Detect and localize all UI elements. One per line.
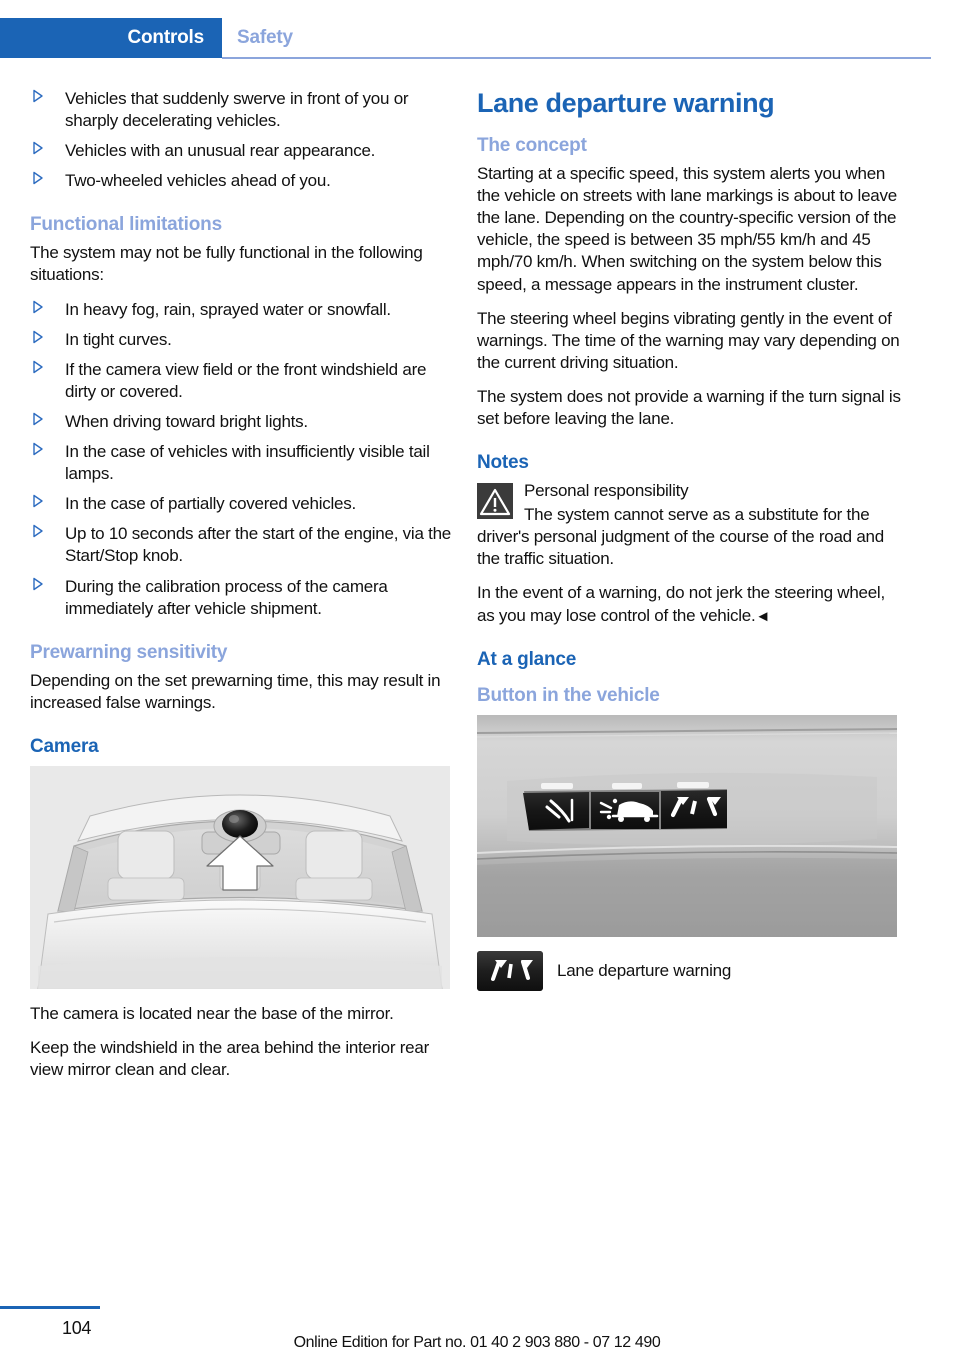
lane-departure-warning-icon: [477, 950, 543, 991]
list-item-label: In the case of partially covered vehicle…: [65, 494, 356, 514]
heading-at-a-glance: At a glance: [477, 648, 577, 670]
list-item: Up to 10 seconds after the start of the …: [30, 523, 454, 567]
left-column: Vehicles that suddenly swerve in front o…: [30, 88, 454, 1081]
top-bullet-list: Vehicles that suddenly swerve in front o…: [30, 88, 454, 192]
triangle-right-icon: [32, 171, 46, 189]
note-text: Personal responsibility The system canno…: [477, 480, 901, 570]
list-item: If the camera view field or the front wi…: [30, 359, 454, 403]
triangle-right-icon: [32, 141, 46, 159]
warning-triangle-icon: [477, 483, 513, 520]
footer-rule: [0, 1306, 100, 1309]
list-item-label: In the case of vehicles with insufficien…: [65, 442, 430, 484]
list-item-label: During the calibration process of the ca…: [65, 576, 388, 618]
camera-location-text: The camera is located near the base of t…: [30, 1003, 394, 1023]
notes-closing-paragraph: In the event of a warning, do not jerk t…: [477, 582, 901, 626]
list-item: During the calibration process of the ca…: [30, 576, 454, 620]
triangle-right-icon: [32, 494, 46, 512]
legend-row: Lane departure warning: [477, 950, 901, 991]
heading-functional-limitations: Functional limitations: [30, 214, 222, 236]
functional-limitations-intro: The system may not be fully functional i…: [30, 243, 423, 285]
list-item: When driving toward bright lights.: [30, 411, 454, 433]
triangle-right-icon: [32, 524, 46, 542]
header-chapter-label: Safety: [237, 27, 293, 48]
header-tab-label: Controls: [127, 27, 204, 48]
functional-limitations-list: In heavy fog, rain, sprayed water or sno…: [30, 299, 454, 620]
page-header: Controls Safety: [0, 0, 954, 62]
header-rule: [222, 57, 931, 59]
list-item: Two-wheeled vehicles ahead of you.: [30, 170, 454, 192]
personal-responsibility-note: Personal responsibility The system canno…: [477, 480, 901, 570]
camera-behind-windshield-illustration: [30, 765, 450, 989]
dashboard-buttons-photo: [477, 714, 897, 937]
list-item: Vehicles with an unusual rear appearance…: [30, 140, 454, 162]
heading-notes: Notes: [477, 452, 529, 474]
list-item: In the case of vehicles with insufficien…: [30, 441, 454, 485]
right-column: Lane departure warning The concept Start…: [477, 88, 901, 991]
triangle-right-icon: [32, 360, 46, 378]
list-item: In heavy fog, rain, sprayed water or sno…: [30, 299, 454, 321]
camera-windshield-figure: [30, 765, 450, 989]
list-item-label: When driving toward bright lights.: [65, 411, 308, 431]
triangle-right-icon: [32, 577, 46, 595]
triangle-right-icon: [32, 89, 46, 107]
list-item: Vehicles that suddenly swerve in front o…: [30, 88, 454, 132]
concept-paragraph-1: Starting at a specific speed, this syste…: [477, 164, 897, 294]
prewarning-sensitivity-body: Depending on the set prewarning time, th…: [30, 670, 441, 712]
heading-the-concept: The concept: [477, 135, 587, 157]
triangle-right-icon: [32, 300, 46, 318]
legend-label: Lane departure warning: [557, 960, 732, 980]
edition-text: Online Edition for Part no. 01 40 2 903 …: [293, 1334, 661, 1351]
list-item-label: Up to 10 seconds after the start of the …: [65, 524, 451, 566]
end-of-section-marker: ◄: [755, 607, 771, 625]
list-item-label: In heavy fog, rain, sprayed water or sno…: [65, 299, 391, 319]
list-item-label: If the camera view field or the front wi…: [65, 359, 427, 401]
list-item-label: Vehicles with an unusual rear appearance…: [65, 141, 376, 161]
list-item: In the case of partially covered vehicle…: [30, 493, 454, 515]
heading-camera: Camera: [30, 735, 99, 757]
triangle-right-icon: [32, 442, 46, 460]
windshield-clean-text: Keep the windshield in the area behind t…: [30, 1037, 429, 1080]
list-item-label: Vehicles that suddenly swerve in front o…: [65, 89, 409, 131]
notes-closing-text: In the event of a warning, do not jerk t…: [477, 583, 885, 625]
concept-paragraph-2: The steering wheel begins vibrating gent…: [477, 308, 900, 372]
note-body: The system cannot serve as a substitute …: [477, 505, 884, 569]
dashboard-buttons-figure: [477, 714, 897, 937]
header-tab-controls: Controls: [0, 18, 222, 58]
note-title: Personal responsibility: [524, 481, 689, 501]
list-item-label: In tight curves.: [65, 329, 172, 349]
page-footer: 104 Online Edition for Part no. 01 40 2 …: [0, 1290, 954, 1354]
heading-prewarning-sensitivity: Prewarning sensitivity: [30, 641, 228, 663]
page-title: Lane departure warning: [477, 88, 775, 118]
heading-button-in-the-vehicle: Button in the vehicle: [477, 684, 660, 706]
triangle-right-icon: [32, 330, 46, 348]
triangle-right-icon: [32, 412, 46, 430]
list-item: In tight curves.: [30, 329, 454, 351]
list-item-label: Two-wheeled vehicles ahead of you.: [65, 171, 331, 191]
concept-paragraph-3: The system does not provide a warning if…: [477, 386, 901, 428]
